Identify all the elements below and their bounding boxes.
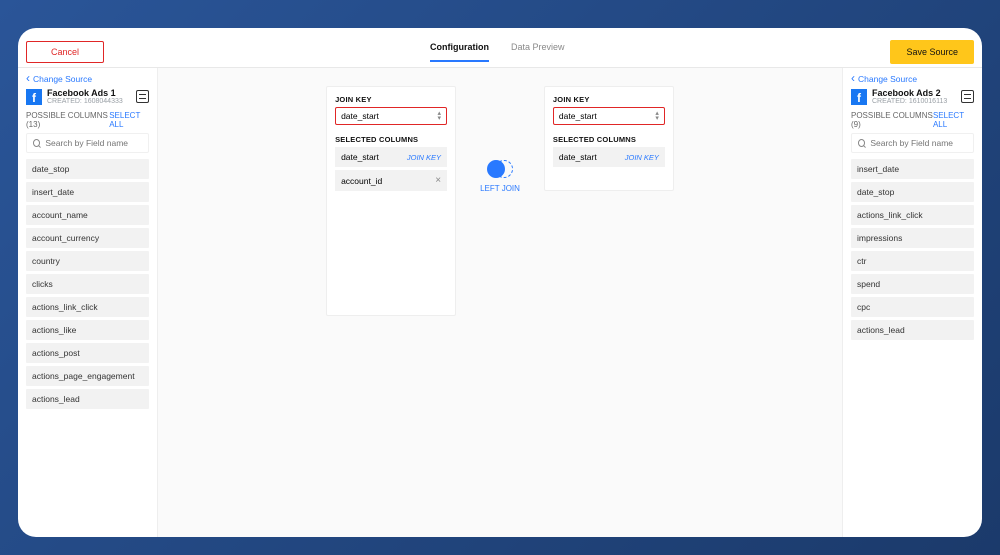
source-header-left: f Facebook Ads 1 CREATED: 1608044333	[26, 88, 149, 105]
join-key-tag: JOIN KEY	[407, 153, 441, 162]
join-card-right: JOIN KEY date_start ▴▾ SELECTED COLUMNS …	[544, 86, 674, 191]
app-window: Cancel Configuration Data Preview Save S…	[18, 28, 982, 537]
tab-configuration[interactable]: Configuration	[430, 42, 489, 62]
search-field[interactable]	[870, 138, 967, 148]
selected-column-name: date_start	[341, 152, 379, 162]
column-item[interactable]: insert_date	[26, 182, 149, 202]
column-item[interactable]: actions_link_click	[26, 297, 149, 317]
column-item[interactable]: actions_link_click	[851, 205, 974, 225]
possible-columns-header-right: POSSIBLE COLUMNS (9) SELECT ALL	[851, 111, 974, 129]
join-key-tag: JOIN KEY	[625, 153, 659, 162]
column-list-right: insert_date date_stop actions_link_click…	[851, 159, 974, 340]
column-item[interactable]: account_name	[26, 205, 149, 225]
change-source-label: Change Source	[858, 74, 917, 84]
change-source-link-right[interactable]: Change Source	[851, 74, 974, 84]
copy-icon[interactable]	[961, 90, 974, 103]
search-field[interactable]	[45, 138, 142, 148]
sort-icon: ▴▾	[438, 111, 442, 121]
selected-column-row[interactable]: account_id ×	[335, 170, 447, 191]
column-item[interactable]: impressions	[851, 228, 974, 248]
search-input-left[interactable]	[26, 133, 149, 153]
selected-column-row[interactable]: date_start JOIN KEY	[335, 147, 447, 167]
possible-columns-header-left: POSSIBLE COLUMNS (13) SELECT ALL	[26, 111, 149, 129]
search-icon	[858, 139, 865, 147]
selected-column-name: date_start	[559, 152, 597, 162]
column-item[interactable]: date_stop	[26, 159, 149, 179]
column-item[interactable]: actions_page_engagement	[26, 366, 149, 386]
copy-icon[interactable]	[136, 90, 149, 103]
selected-column-name: account_id	[341, 176, 382, 186]
column-item[interactable]: cpc	[851, 297, 974, 317]
chevron-left-icon	[26, 74, 30, 84]
source-header-right: f Facebook Ads 2 CREATED: 1610016113	[851, 88, 974, 105]
column-list-left: date_stop insert_date account_name accou…	[26, 159, 149, 409]
body: Change Source f Facebook Ads 1 CREATED: …	[18, 68, 982, 537]
source-created: CREATED: 1608044333	[47, 98, 131, 105]
right-source-panel: Change Source f Facebook Ads 2 CREATED: …	[842, 68, 982, 537]
join-key-value: date_start	[559, 111, 597, 121]
column-item[interactable]: spend	[851, 274, 974, 294]
search-input-right[interactable]	[851, 133, 974, 153]
change-source-link-left[interactable]: Change Source	[26, 74, 149, 84]
join-key-label: JOIN KEY	[553, 95, 665, 104]
center-canvas: JOIN KEY date_start ▴▾ SELECTED COLUMNS …	[158, 68, 842, 537]
column-item[interactable]: insert_date	[851, 159, 974, 179]
sort-icon: ▴▾	[655, 111, 659, 121]
column-item[interactable]: actions_lead	[26, 389, 149, 409]
source-title-block: Facebook Ads 2 CREATED: 1610016113	[872, 88, 956, 105]
join-key-value: date_start	[341, 111, 379, 121]
select-all-link-left[interactable]: SELECT ALL	[109, 111, 149, 129]
column-item[interactable]: date_stop	[851, 182, 974, 202]
save-source-button[interactable]: Save Source	[890, 40, 974, 64]
search-icon	[33, 139, 40, 147]
join-type-label: LEFT JOIN	[480, 184, 520, 193]
remove-column-icon[interactable]: ×	[435, 175, 441, 186]
change-source-label: Change Source	[33, 74, 92, 84]
join-type-control[interactable]: LEFT JOIN	[480, 160, 520, 193]
column-item[interactable]: actions_lead	[851, 320, 974, 340]
tab-data-preview[interactable]: Data Preview	[511, 42, 565, 62]
possible-columns-label: POSSIBLE COLUMNS (13)	[26, 111, 109, 129]
column-item[interactable]: account_currency	[26, 228, 149, 248]
column-item[interactable]: ctr	[851, 251, 974, 271]
selected-column-row[interactable]: date_start JOIN KEY	[553, 147, 665, 167]
chevron-left-icon	[851, 74, 855, 84]
source-created: CREATED: 1610016113	[872, 98, 956, 105]
join-card-left: JOIN KEY date_start ▴▾ SELECTED COLUMNS …	[326, 86, 456, 316]
facebook-icon: f	[851, 89, 867, 105]
join-key-select-left[interactable]: date_start ▴▾	[335, 107, 447, 125]
selected-columns-label: SELECTED COLUMNS	[335, 135, 447, 144]
column-item[interactable]: clicks	[26, 274, 149, 294]
possible-columns-label: POSSIBLE COLUMNS (9)	[851, 111, 933, 129]
source-name: Facebook Ads 2	[872, 88, 956, 98]
tabs: Configuration Data Preview	[430, 42, 565, 62]
select-all-link-right[interactable]: SELECT ALL	[933, 111, 974, 129]
column-item[interactable]: country	[26, 251, 149, 271]
selected-columns-label: SELECTED COLUMNS	[553, 135, 665, 144]
topbar: Cancel Configuration Data Preview Save S…	[18, 28, 982, 68]
cancel-button[interactable]: Cancel	[26, 41, 104, 63]
venn-icon	[487, 160, 513, 178]
left-source-panel: Change Source f Facebook Ads 1 CREATED: …	[18, 68, 158, 537]
facebook-icon: f	[26, 89, 42, 105]
join-key-select-right[interactable]: date_start ▴▾	[553, 107, 665, 125]
source-title-block: Facebook Ads 1 CREATED: 1608044333	[47, 88, 131, 105]
column-item[interactable]: actions_post	[26, 343, 149, 363]
source-name: Facebook Ads 1	[47, 88, 131, 98]
column-item[interactable]: actions_like	[26, 320, 149, 340]
join-key-label: JOIN KEY	[335, 95, 447, 104]
